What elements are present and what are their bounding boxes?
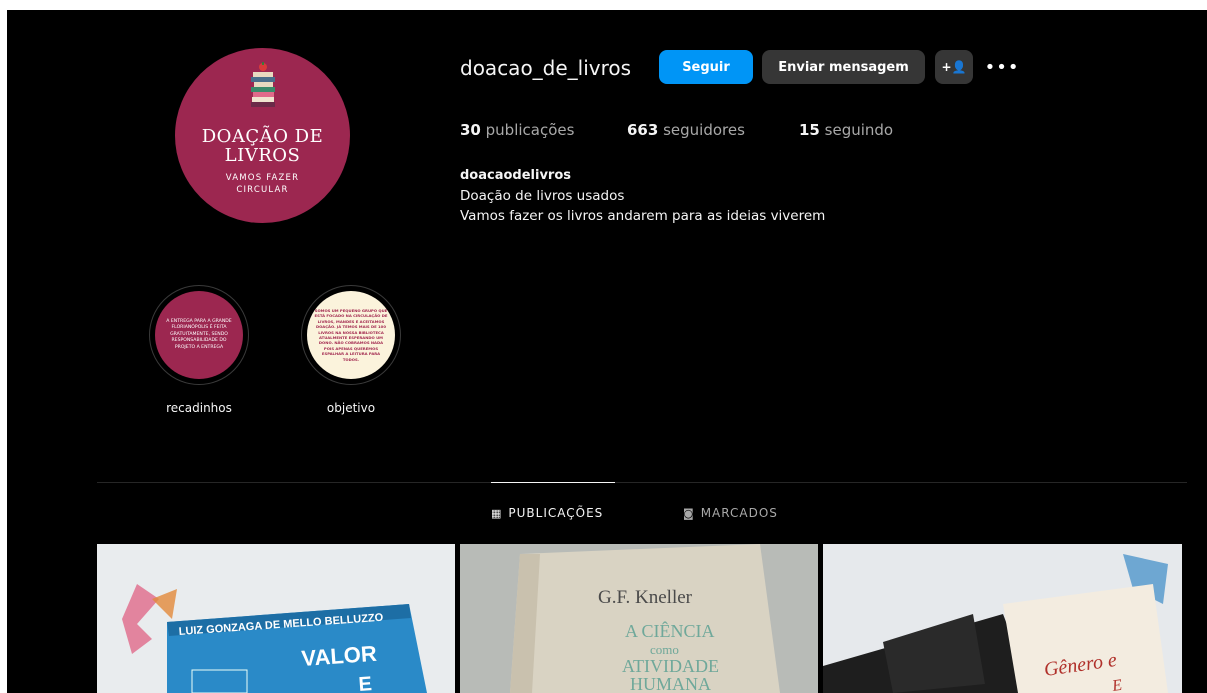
tab-publicacoes-label: PUBLICAÇÕES — [508, 506, 604, 520]
highlight-cover: A ENTREGA PARA A GRANDE FLORIANÓPOLIS É … — [155, 291, 243, 379]
active-tab-indicator — [491, 482, 615, 483]
tagged-icon: ◙ — [683, 506, 695, 520]
book-stack-icon — [251, 62, 275, 107]
book-title-text: como — [650, 642, 679, 657]
highlight-label: recadinhos — [166, 401, 232, 415]
profile-username: doacao_de_livros — [460, 56, 632, 80]
send-message-button[interactable]: Enviar mensagem — [762, 50, 925, 84]
followers-label: seguidores — [663, 121, 745, 139]
following-stat[interactable]: 15 seguindo — [799, 121, 893, 139]
bio-line: Doação de livros usados — [460, 188, 625, 204]
post-thumbnail[interactable]: G.F. Kneller A CIÊNCIA como ATIVIDADE HU… — [460, 544, 818, 693]
bio-name: doacaodelivros — [460, 168, 572, 183]
tab-publicacoes[interactable]: ▦ PUBLICAÇÕES — [491, 506, 603, 520]
post-thumbnail[interactable]: Gênero e E — [823, 544, 1182, 693]
more-icon: ••• — [984, 56, 1020, 78]
add-person-icon: +👤 — [941, 60, 967, 74]
post-thumbnail[interactable]: LUIZ GONZAGA DE MELLO BELLUZZO VALOR E — [97, 544, 455, 693]
tab-marcados-label: MARCADOS — [700, 506, 778, 520]
book-title-text: VALOR — [301, 641, 378, 671]
following-count: 15 — [799, 121, 820, 139]
window-left-border — [0, 0, 7, 693]
following-label: seguindo — [824, 121, 894, 139]
suggest-people-button[interactable]: +👤 — [935, 50, 973, 84]
avatar-title-line2: LIVROS — [224, 145, 301, 166]
window-top-border — [0, 0, 1207, 10]
book-title-text: A CIÊNCIA — [625, 620, 715, 641]
highlight-recadinhos[interactable]: A ENTREGA PARA A GRANDE FLORIANÓPOLIS É … — [149, 285, 249, 385]
profile-avatar[interactable]: DOAÇÃO DE LIVROS VAMOS FAZER CIRCULAR — [175, 48, 350, 223]
posts-count: 30 — [460, 121, 481, 139]
highlight-cover: SOMOS UM PEQUENO GRUPO QUE ESTÁ FOCADO N… — [307, 291, 395, 379]
follow-button[interactable]: Seguir — [659, 50, 753, 84]
tabs-divider — [97, 482, 1187, 483]
post-image: Gênero e E — [823, 544, 1182, 693]
post-image: LUIZ GONZAGA DE MELLO BELLUZZO VALOR E — [97, 544, 455, 693]
bio-line: Vamos fazer os livros andarem para as id… — [460, 208, 826, 224]
followers-stat[interactable]: 663 seguidores — [627, 121, 745, 139]
tab-marcados[interactable]: ◙ MARCADOS — [683, 506, 778, 520]
posts-count-stat: 30 publicações — [460, 121, 574, 139]
highlight-objetivo[interactable]: SOMOS UM PEQUENO GRUPO QUE ESTÁ FOCADO N… — [301, 285, 401, 385]
more-options-button[interactable]: ••• — [984, 55, 1020, 79]
book-title-text: E — [358, 673, 373, 693]
book-title-text: HUMANA — [630, 674, 711, 693]
highlight-label: objetivo — [326, 401, 376, 415]
followers-count: 663 — [627, 121, 659, 139]
posts-label: publicações — [485, 121, 575, 139]
avatar-title-line1: DOAÇÃO DE — [201, 126, 324, 147]
book-author-text: G.F. Kneller — [598, 587, 693, 608]
avatar-subtitle-line1: VAMOS FAZER — [225, 173, 300, 183]
avatar-subtitle-line2: CIRCULAR — [236, 185, 289, 195]
post-image: G.F. Kneller A CIÊNCIA como ATIVIDADE HU… — [460, 544, 818, 693]
book-title-text: ATIVIDADE — [622, 656, 719, 676]
grid-icon: ▦ — [491, 506, 503, 520]
